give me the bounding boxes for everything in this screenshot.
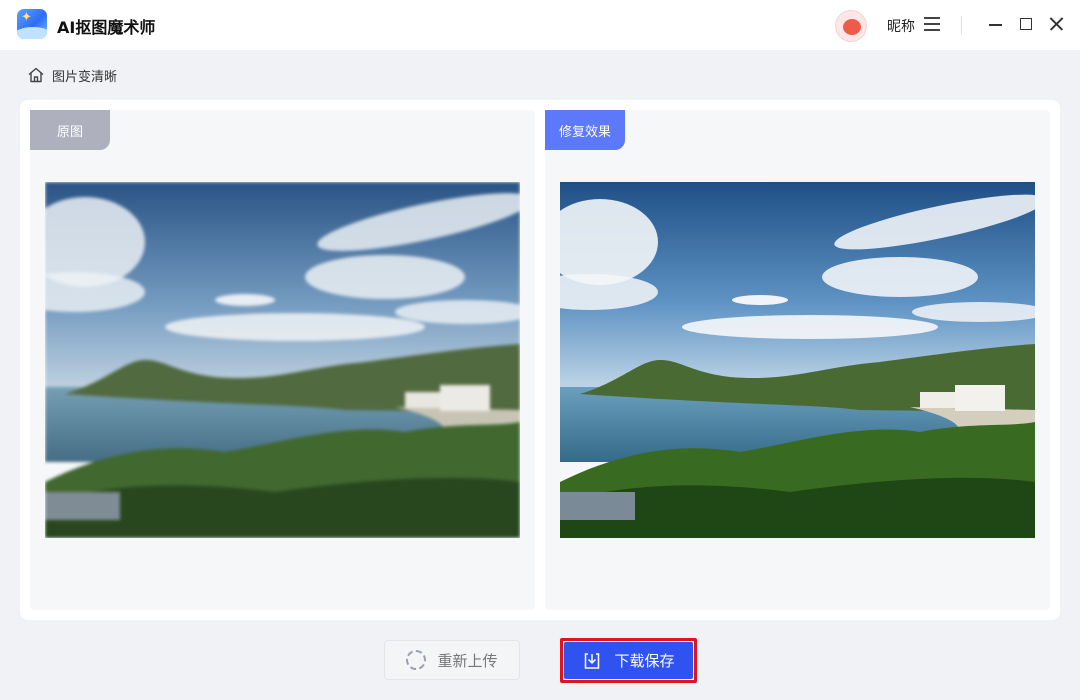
original-tag: 原图 <box>30 110 110 150</box>
home-icon[interactable] <box>27 66 45 84</box>
result-panel: 修复效果 <box>545 110 1050 610</box>
comparison-card: 原图 修复效果 <box>20 100 1060 620</box>
download-icon <box>585 652 600 669</box>
title-bar: ✦ AI抠图魔术师 昵称 <box>0 0 1080 50</box>
result-image <box>560 182 1035 538</box>
minimize-icon[interactable] <box>986 14 1006 34</box>
reupload-label: 重新上传 <box>437 651 498 670</box>
app-logo-icon: ✦ <box>17 9 47 39</box>
user-nickname[interactable]: 昵称 <box>887 16 915 36</box>
avatar[interactable] <box>835 10 867 42</box>
app-title: AI抠图魔术师 <box>57 18 156 37</box>
reupload-button[interactable]: 重新上传 <box>384 640 520 680</box>
menu-icon[interactable] <box>924 17 940 31</box>
result-tag: 修复效果 <box>545 110 625 150</box>
refresh-icon <box>406 650 427 670</box>
breadcrumb-label: 图片变清晰 <box>52 69 118 85</box>
original-image <box>45 182 520 538</box>
close-icon[interactable] <box>1046 14 1066 34</box>
download-label: 下载保存 <box>614 652 675 670</box>
original-panel: 原图 <box>30 110 535 610</box>
maximize-icon[interactable] <box>1016 14 1036 34</box>
breadcrumb: 图片变清晰 <box>27 65 117 85</box>
download-save-button[interactable]: 下载保存 <box>564 642 693 679</box>
titlebar-divider <box>961 16 962 34</box>
